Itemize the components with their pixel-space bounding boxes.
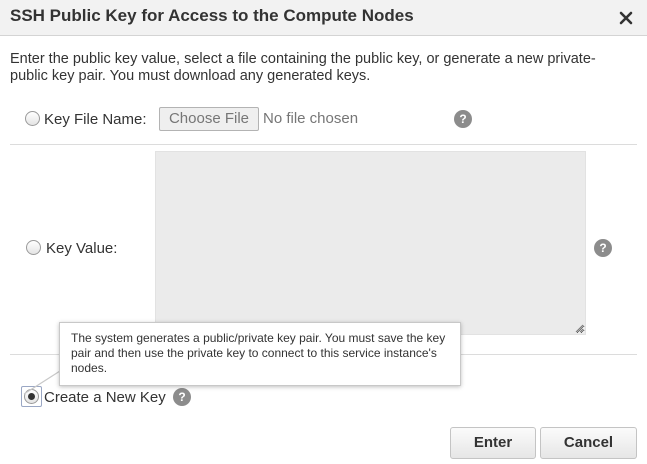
cancel-button[interactable]: Cancel bbox=[540, 427, 637, 459]
key-file-radio[interactable] bbox=[25, 111, 40, 126]
ssh-key-dialog: SSH Public Key for Access to the Compute… bbox=[0, 0, 647, 464]
key-value-help-icon[interactable]: ? bbox=[594, 239, 612, 257]
key-file-help-icon[interactable]: ? bbox=[454, 110, 472, 128]
create-key-help-icon[interactable]: ? bbox=[173, 388, 191, 406]
file-status: No file chosen bbox=[263, 110, 359, 127]
resize-grip-icon[interactable] bbox=[574, 323, 584, 333]
enter-button[interactable]: Enter bbox=[450, 427, 536, 459]
choose-file-button[interactable]: Choose File bbox=[159, 107, 259, 131]
tooltip-text: The system generates a public/private ke… bbox=[71, 331, 446, 375]
key-file-label: Key File Name: bbox=[44, 111, 147, 128]
intro-text: Enter the public key value, select a fil… bbox=[10, 51, 596, 84]
create-key-label: Create a New Key bbox=[44, 389, 166, 406]
tooltip-pointer bbox=[23, 370, 61, 395]
dialog-titlebar: SSH Public Key for Access to the Compute… bbox=[0, 0, 647, 36]
key-value-radio[interactable] bbox=[26, 240, 41, 255]
help-tooltip: The system generates a public/private ke… bbox=[59, 322, 461, 386]
key-value-textarea[interactable] bbox=[155, 151, 586, 335]
key-value-label: Key Value: bbox=[46, 240, 118, 257]
dialog-title: SSH Public Key for Access to the Compute… bbox=[10, 6, 414, 25]
close-icon[interactable] bbox=[614, 6, 638, 30]
divider bbox=[10, 144, 637, 145]
